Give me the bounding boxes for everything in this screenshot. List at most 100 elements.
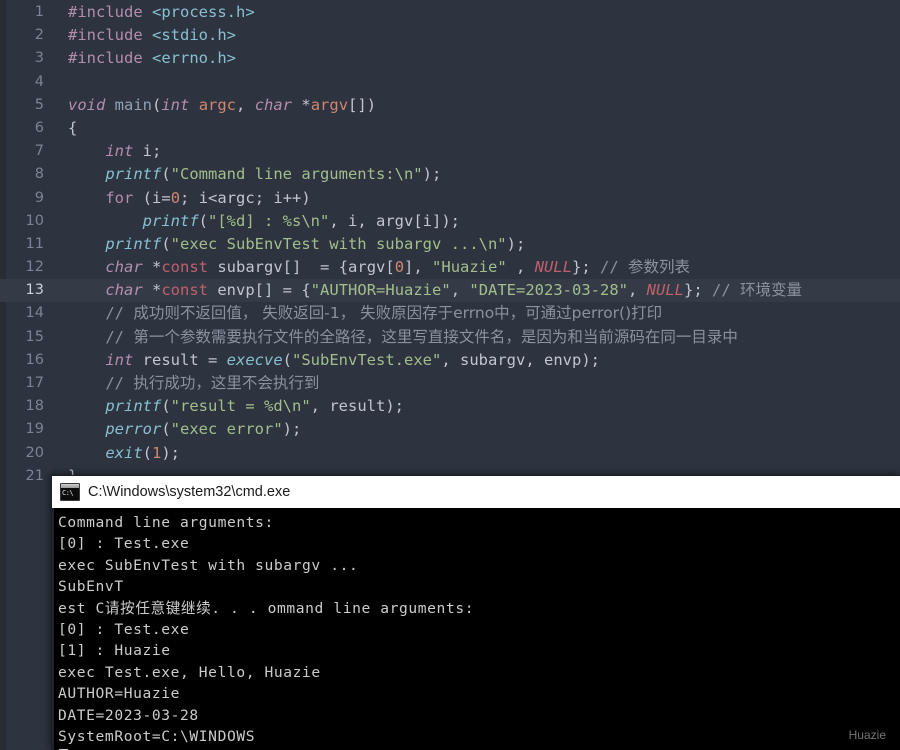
token: int xyxy=(105,142,134,161)
cmd-console-window[interactable]: C:\ C:\Windows\system32\cmd.exe Command … xyxy=(52,476,900,750)
console-title-bar[interactable]: C:\ C:\Windows\system32\cmd.exe xyxy=(52,476,900,508)
line-content: perror("exec error"); xyxy=(68,418,301,441)
token: , xyxy=(506,258,535,277)
token: <process.h> xyxy=(152,3,255,21)
token: subargv[] xyxy=(208,258,320,277)
line-number: 12 xyxy=(25,259,44,276)
console-line: [1] : Huazie xyxy=(58,642,171,660)
token: { xyxy=(68,118,78,137)
code-lines-container[interactable]: 1 #include <process.h> 2 #include <stdio.h>… xyxy=(0,0,900,488)
token: const xyxy=(161,281,209,300)
token: i; xyxy=(133,142,162,161)
token: // xyxy=(712,281,741,300)
token: 环境变量 xyxy=(740,281,803,300)
token: , xyxy=(236,95,255,114)
line-number: 13 xyxy=(25,282,44,299)
line-number: 2 xyxy=(34,27,44,44)
code-line-19[interactable]: 19 perror("exec error"); xyxy=(0,418,900,441)
console-line: DATE=2023-03-28 xyxy=(58,706,199,724)
code-line-2[interactable]: 2 #include <stdio.h> xyxy=(0,24,900,47)
token: printf xyxy=(105,397,162,416)
code-line-8[interactable]: 8 printf("Command line arguments:\n"); xyxy=(0,163,900,186)
token: * xyxy=(152,258,162,277)
code-line-3[interactable]: 3 #include <errno.h> xyxy=(0,47,900,70)
line-number: 11 xyxy=(25,235,44,252)
token: ); xyxy=(422,165,442,184)
token: "[%d] : %s\n" xyxy=(208,211,330,230)
line-number: 8 xyxy=(34,166,44,183)
code-line-6[interactable]: 6{ xyxy=(0,117,900,140)
token: 第一个参数需要执行文件的全路径，这里写直接文件名，是因为和当前源码在同一目录中 xyxy=(133,327,738,346)
token: NULL xyxy=(646,281,684,300)
token: ); xyxy=(581,350,600,369)
console-line: exec Test.exe, Hello, Huazie xyxy=(58,663,321,681)
line-content: void main(int argc, char *argv[]) xyxy=(68,94,376,117)
code-line-9[interactable]: 9 for (i=0; i<argc; i++) xyxy=(0,187,900,210)
token: ++ xyxy=(282,188,302,207)
code-line-18[interactable]: 18 printf("result = %d\n", result); xyxy=(0,395,900,418)
token: ( xyxy=(282,350,293,369)
token: const xyxy=(161,258,209,277)
token: argc xyxy=(198,95,237,114)
line-number: 16 xyxy=(25,351,44,368)
code-line-5[interactable]: 5 void main(int argc, char *argv[]) xyxy=(0,94,900,117)
token: exit xyxy=(105,443,143,462)
token: #include xyxy=(68,26,143,45)
token: 成功则不返回值， 失败返回-1， 失败原因存于errno中，可通过perror(… xyxy=(133,304,663,323)
code-line-13[interactable]: 13 char *const envp[] = {"AUTHOR=Huazie"… xyxy=(0,279,900,303)
token: "result = %d\n" xyxy=(170,397,311,416)
token: < xyxy=(208,188,218,207)
token: execve xyxy=(226,350,283,369)
line-content: #include <errno.h> xyxy=(68,47,236,70)
token: #include xyxy=(68,49,143,68)
token: result xyxy=(133,350,208,369)
token: char xyxy=(105,281,143,300)
token: , xyxy=(441,350,460,369)
console-line: [0] : Test.exe xyxy=(58,535,190,553)
token: ( xyxy=(152,95,162,114)
token: , xyxy=(310,397,330,416)
line-content: printf("exec SubEnvTest with subargv ...… xyxy=(68,233,525,256)
code-line-20[interactable]: 20 exit(1); xyxy=(0,442,900,465)
line-content: exit(1); xyxy=(68,442,180,465)
token: "DATE=2023-03-28" xyxy=(469,281,628,300)
line-content: printf("[%d] : %s\n", i, argv[i]); xyxy=(68,210,460,233)
line-number: 14 xyxy=(25,305,44,322)
token: , xyxy=(450,281,470,300)
code-line-10[interactable]: 10 printf("[%d] : %s\n", i, argv[i]); xyxy=(0,210,900,233)
code-line-16[interactable]: 16 int result = execve("SubEnvTest.exe",… xyxy=(0,349,900,372)
line-content: printf("result = %d\n", result); xyxy=(68,395,404,418)
code-line-11[interactable]: 11 printf("exec SubEnvTest with subargv … xyxy=(0,233,900,256)
token: ); xyxy=(385,397,404,416)
token: #include xyxy=(68,3,143,21)
code-line-14[interactable]: 14 // 成功则不返回值， 失败返回-1， 失败原因存于errno中，可通过p… xyxy=(0,302,900,325)
code-line-12[interactable]: 12 char *const subargv[] = {argv[0], "Hu… xyxy=(0,256,900,279)
token: { xyxy=(338,258,349,277)
token: * xyxy=(301,95,311,114)
token: "Command line arguments:\n" xyxy=(170,165,423,184)
code-line-17[interactable]: 17 // 执行成功，这里不会执行到 xyxy=(0,372,900,395)
console-line: AUTHOR=Huazie xyxy=(58,685,181,703)
console-line: SubEnvT xyxy=(58,578,124,596)
console-output[interactable]: Command line arguments: [0] : Test.exe exe… xyxy=(52,508,900,750)
token: printf xyxy=(105,234,162,253)
code-line-1[interactable]: 1 #include <process.h> xyxy=(0,1,900,24)
token: ); xyxy=(441,211,460,230)
code-line-4[interactable]: 4 xyxy=(0,71,900,94)
line-content: // 第一个参数需要执行文件的全路径，这里写直接文件名，是因为和当前源码在同一目… xyxy=(68,326,738,349)
token: ( xyxy=(198,211,208,230)
code-line-7[interactable]: 7 int i; xyxy=(0,140,900,163)
token: // xyxy=(105,327,134,346)
code-line-15[interactable]: 15 // 第一个参数需要执行文件的全路径，这里写直接文件名，是因为和当前源码在… xyxy=(0,326,900,349)
line-number: 9 xyxy=(34,189,44,206)
